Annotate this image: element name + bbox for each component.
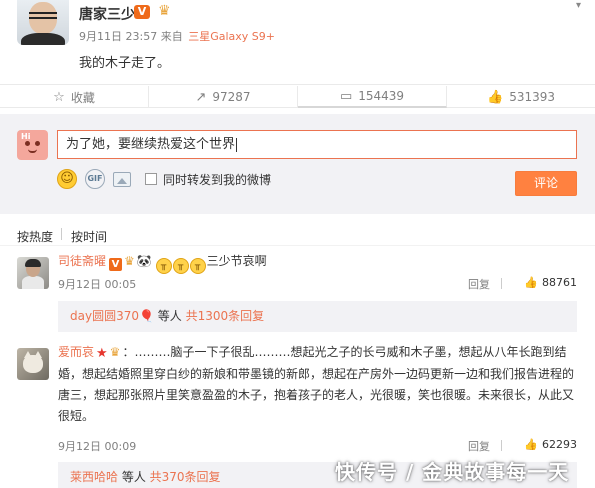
sub-reply-mid: 等人 <box>118 470 150 484</box>
commenter-name[interactable]: 司徒斋曜 <box>58 254 106 268</box>
current-user-avatar[interactable]: Hi <box>17 130 48 160</box>
forward-label: 同时转发到我的微博 <box>163 172 272 187</box>
sub-reply-count[interactable]: 共1300条回复 <box>186 309 265 323</box>
comment-input-value: 为了她，要继续热爱这个世界 <box>66 137 236 152</box>
like-button[interactable]: 👍 531393 <box>447 86 595 108</box>
star-icon: ☆ <box>53 89 65 105</box>
action-bar: ☆ 收藏 ↗ 97287 ▭ 154439 👍 531393 <box>0 84 595 108</box>
comment-input[interactable]: 为了她，要继续热爱这个世界 <box>57 130 577 159</box>
post-date[interactable]: 9月11日 23:57 <box>79 30 157 43</box>
comment-icon: ▭ <box>339 88 353 104</box>
emoji-icon[interactable]: ☺ <box>57 169 77 189</box>
sort-by-hot[interactable]: 按热度 <box>17 228 53 245</box>
image-icon[interactable] <box>113 171 131 187</box>
chevron-down-icon[interactable]: ▾ <box>576 0 581 11</box>
thumbs-up-icon: 👍 <box>524 276 538 289</box>
comment-date: 9月12日 00:09 <box>58 440 137 453</box>
comment-item: 司徒斋曜 V ♛ 🐼 ╥ ╥ ╥ 三少节哀啊 9月12日 00:05 回复 👍 88761 d… <box>0 247 595 338</box>
comment-text: 三少节哀啊 <box>206 254 267 268</box>
comment-like-button[interactable]: 👍 62293 <box>524 438 577 451</box>
comment-footer: 9月12日 00:09 回复 👍 62293 <box>58 438 577 454</box>
panda-icon: 🐼 <box>136 254 152 268</box>
member-level-icon: ♛ <box>109 345 121 359</box>
thumbs-up-icon: 👍 <box>487 89 504 105</box>
member-level-icon: ♛ <box>124 254 135 268</box>
author-avatar[interactable] <box>17 0 69 45</box>
favorite-label: 收藏 <box>70 90 95 105</box>
gif-icon[interactable]: GIF <box>85 169 105 189</box>
composer-tools: ☺ GIF 同时转发到我的微博 <box>57 169 271 189</box>
commenter-avatar[interactable] <box>17 348 49 380</box>
sub-reply-count[interactable]: 共370条回复 <box>150 470 221 484</box>
crying-emoji-icon: ╥ <box>189 258 206 274</box>
favorite-button[interactable]: ☆ 收藏 <box>0 86 149 108</box>
comment-body: 爱而哀 ★ ♛ ：………脑子一下子很乱………想起光之子的长弓威和木子墨，想起从八年长跑… <box>58 342 577 427</box>
watermark: 快传号 / 金典故事每一天 <box>335 460 570 484</box>
divider <box>501 440 502 451</box>
post-meta: 9月11日 23:57 来自 三星Galaxy S9+ <box>79 28 275 44</box>
divider <box>61 228 62 240</box>
weibo-post: 唐家三少 V ♛ ▾ 9月11日 23:57 来自 三星Galaxy S9+ 我… <box>0 0 595 76</box>
sort-by-time[interactable]: 按时间 <box>71 228 107 245</box>
sort-bar: 按热度 按时间 <box>0 220 595 246</box>
post-source[interactable]: 三星Galaxy S9+ <box>188 30 275 43</box>
thumbs-up-icon: 👍 <box>524 438 538 451</box>
text-cursor <box>236 137 238 152</box>
verified-badge: V <box>134 5 150 19</box>
repost-button[interactable]: ↗ 97287 <box>149 86 298 108</box>
comment-body: 司徒斋曜 V ♛ 🐼 ╥ ╥ ╥ 三少节哀啊 <box>58 251 577 274</box>
like-count: 531393 <box>509 90 555 104</box>
reply-button[interactable]: 回复 <box>468 276 490 292</box>
comment-like-button[interactable]: 👍 88761 <box>524 276 577 289</box>
commenter-avatar[interactable] <box>17 257 49 289</box>
comment-composer: Hi 为了她，要继续热爱这个世界 ☺ GIF 同时转发到我的微博 评论 <box>0 114 595 214</box>
comment-count: 154439 <box>358 89 405 103</box>
red-star-icon: ★ <box>96 346 108 361</box>
comment-like-count: 88761 <box>542 276 577 289</box>
comment-footer: 9月12日 00:05 回复 👍 88761 <box>58 276 577 292</box>
forward-checkbox[interactable] <box>145 173 157 185</box>
comment-date: 9月12日 00:05 <box>58 278 137 291</box>
reply-button[interactable]: 回复 <box>468 438 490 454</box>
submit-comment-button[interactable]: 评论 <box>515 171 577 196</box>
repost-count: 97287 <box>212 90 251 104</box>
post-content: 我的木子走了。 <box>79 56 171 71</box>
sub-reply-user[interactable]: 莱西哈哈 <box>70 470 118 484</box>
comment-button[interactable]: ▭ 154439 <box>298 86 447 108</box>
comment-like-count: 62293 <box>542 438 577 451</box>
verified-badge: V <box>109 258 123 271</box>
commenter-name[interactable]: 爱而哀 <box>58 345 94 359</box>
sub-reply-user[interactable]: day圆圆370 <box>70 309 139 323</box>
comment-text: ：………脑子一下子很乱………想起光之子的长弓威和木子墨，想起从八年长跑到结婚，想… <box>58 345 575 423</box>
sub-replies[interactable]: day圆圆370🎈 等人 共1300条回复 <box>58 301 577 332</box>
repost-icon: ↗ <box>195 89 207 105</box>
sub-reply-mid: 等人 <box>153 309 186 323</box>
crying-emoji-icon: ╥ <box>155 258 172 274</box>
member-level-icon: ♛ <box>158 3 171 19</box>
author-name[interactable]: 唐家三少 <box>79 4 135 24</box>
balloon-icon: 🎈 <box>138 309 154 323</box>
crying-emoji-icon: ╥ <box>172 258 189 274</box>
divider <box>501 278 502 289</box>
source-prefix: 来自 <box>160 30 183 43</box>
